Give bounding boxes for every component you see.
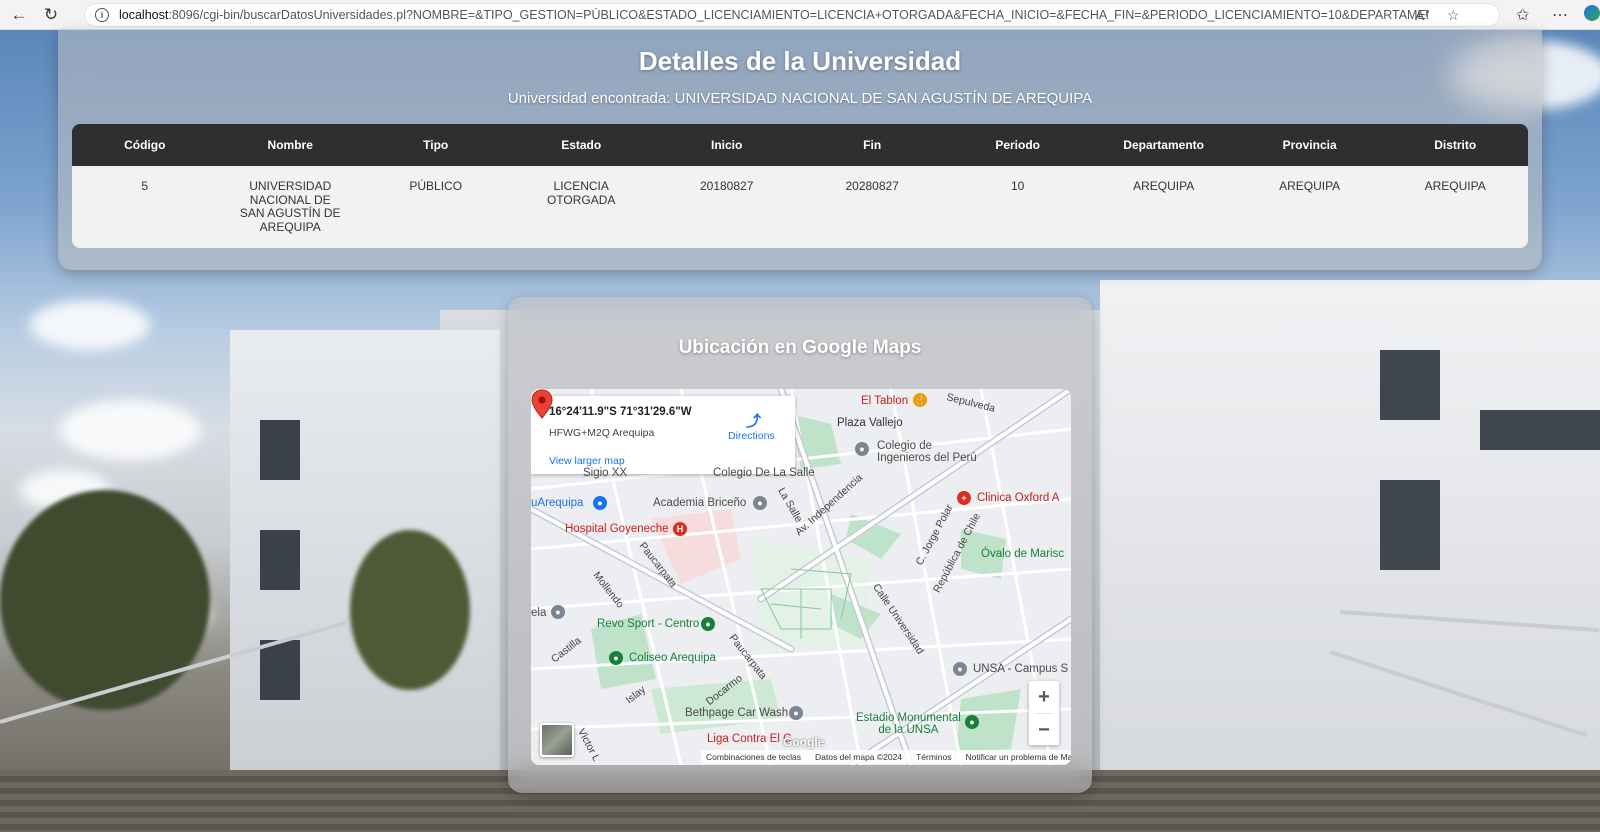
col-provincia: Provincia [1236,124,1383,166]
zoom-out-button[interactable]: − [1029,714,1059,746]
more-menu-icon[interactable]: ⋯ [1552,5,1568,25]
col-inicio: Inicio [653,124,800,166]
site-info-icon[interactable]: i [95,8,109,22]
map-section-title: Ubicación en Google Maps [678,337,922,358]
cell-nombre: UNIVERSIDAD NACIONAL DE SAN AGUSTÍN DE A… [217,166,363,248]
map-label-colegio-ingenieros[interactable]: Colegio de Ingenieros del Perú [877,440,977,464]
building-poi-icon[interactable]: ● [855,442,869,456]
map-plus-code: HFWG+M2Q Arequipa [549,427,655,439]
copilot-icon[interactable] [1584,5,1600,21]
terms-link[interactable]: Términos [916,752,951,762]
satellite-toggle[interactable] [540,723,574,757]
map-data-text: Datos del mapa ©2024 [814,752,903,762]
zoom-in-button[interactable]: + [1029,681,1059,713]
reload-icon[interactable]: ↻ [38,2,64,28]
map-info-card: 16°24'11.9"S 71°31'29.6"W HFWG+M2Q Arequ… [531,396,795,474]
url-text[interactable]: localhost:8096/cgi-bin/buscarDatosUniver… [119,8,1429,22]
favorites-icon[interactable]: ✩ [1516,5,1529,25]
location-pin-icon[interactable] [531,389,553,419]
place-poi-icon[interactable]: ● [551,605,565,619]
zoom-controls: + − [1029,681,1059,745]
col-fin: Fin [799,124,945,166]
col-departamento: Departamento [1090,124,1237,166]
details-table: Código Nombre Tipo Estado Inicio Fin Per… [72,124,1528,248]
table-header-row: Código Nombre Tipo Estado Inicio Fin Per… [72,124,1528,166]
browser-toolbar: ← ↻ i localhost:8096/cgi-bin/buscarDatos… [0,0,1600,30]
building-right [1100,280,1600,820]
university-details-panel: Detalles de la Universidad Universidad e… [58,30,1542,270]
google-map[interactable]: 16°24'11.9"S 71°31'29.6"W HFWG+M2Q Arequ… [531,389,1071,765]
map-attribution: Combinaciones de teclas Datos del mapa ©… [701,750,1071,764]
map-label-revo[interactable]: Revo Sport - Centro [597,618,699,630]
col-periodo: Periodo [944,124,1091,166]
directions-icon[interactable]: ⤴ [746,410,762,430]
map-label-estadio[interactable]: Estadio Monumental de la UNSA [856,712,961,736]
cell-estado: LICENCIA OTORGADA [508,166,654,248]
map-label-hospital[interactable]: Hospital Goyeneche [565,523,669,535]
table-row: 5 UNIVERSIDAD NACIONAL DE SAN AGUSTÍN DE… [72,166,1528,248]
cell-inicio: 20180827 [653,166,800,248]
back-icon[interactable]: ← [6,2,32,28]
page-title: Detalles de la Universidad [638,46,962,76]
map-label-unsa-campus[interactable]: UNSA - Campus S [973,663,1068,675]
shop-poi-icon[interactable]: ● [593,496,607,510]
found-university-text: Universidad encontrada: UNIVERSIDAD NACI… [507,90,1093,107]
address-bar[interactable]: i localhost:8096/cgi-bin/buscarDatosUniv… [84,3,1500,27]
restaurant-icon[interactable]: 🍴 [913,393,927,407]
col-codigo: Código [72,124,218,166]
cell-tipo: PÚBLICO [362,166,509,248]
map-label-uarequipa[interactable]: uArequipa [531,497,583,509]
map-coordinates: 16°24'11.9"S 71°31'29.6"W [549,406,692,418]
cell-departamento: AREQUIPA [1090,166,1237,248]
favorite-star-icon[interactable]: ☆ [1447,7,1460,24]
map-label-colegio-salle[interactable]: Colegio De La Salle [713,467,815,479]
col-distrito: Distrito [1382,124,1528,166]
col-estado: Estado [508,124,654,166]
url-host: localhost [119,8,169,22]
school-poi-icon[interactable]: ● [753,496,767,510]
map-label-ovalo[interactable]: Óvalo de Marisc [981,548,1064,560]
map-label-liga[interactable]: Liga Contra El C [707,733,791,745]
map-label-el-tablon[interactable]: El Tablon [861,395,908,407]
map-panel: Ubicación en Google Maps 16°24'11.9"S 71… [508,297,1092,793]
carwash-poi-icon[interactable]: ● [789,706,803,720]
col-tipo: Tipo [362,124,509,166]
stadium-unsa-icon[interactable]: ● [965,715,979,729]
map-label-bethpage[interactable]: Bethpage Car Wash [685,707,788,719]
map-label-sigio: Sigio XX [583,467,628,479]
keyboard-shortcuts-link[interactable]: Combinaciones de teclas [706,752,801,762]
cell-fin: 20280827 [799,166,945,248]
url-path: :8096/cgi-bin/buscarDatosUniversidades.p… [168,8,1429,22]
cell-codigo: 5 [72,166,218,248]
read-aloud-icon[interactable]: A⁾ [1415,7,1428,24]
map-label-academia[interactable]: Academia Briceño [653,497,746,509]
col-nombre: Nombre [217,124,363,166]
map-label-coliseo[interactable]: Coliseo Arequipa [629,652,716,664]
directions-link[interactable]: Directions [728,430,775,442]
cell-periodo: 10 [944,166,1091,248]
campus-poi-icon[interactable]: ● [953,662,967,676]
cell-distrito: AREQUIPA [1382,166,1528,248]
map-label-clinica-oxford[interactable]: Clinica Oxford A [977,492,1059,504]
cell-provincia: AREQUIPA [1236,166,1383,248]
map-label-plaza-vallejo[interactable]: Plaza Vallejo [837,417,903,429]
hospital-icon[interactable]: H [673,522,687,536]
stadium-poi-icon[interactable]: ● [609,651,623,665]
clinic-icon[interactable]: + [957,491,971,505]
gym-poi-icon[interactable]: ● [701,617,715,631]
report-problem-link[interactable]: Notificar un problema de Maps [966,752,1072,762]
view-larger-map-link[interactable]: View larger map [549,455,625,467]
google-logo: Google [783,735,825,749]
map-label-ela: ela [531,607,547,619]
